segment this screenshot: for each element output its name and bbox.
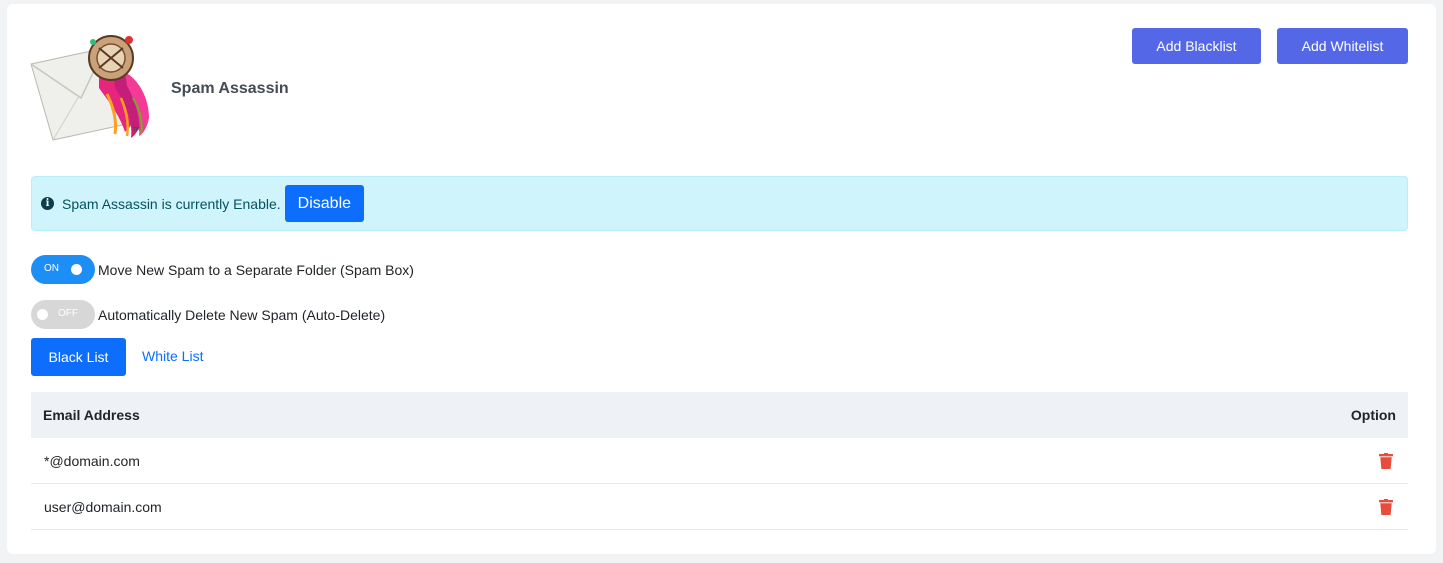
setting-label: Move New Spam to a Separate Folder (Spam… (98, 261, 414, 278)
toggle-state-label: OFF (58, 308, 78, 319)
toggle-knob (71, 264, 82, 275)
trash-icon[interactable] (1379, 498, 1393, 515)
svg-text:TM: TM (132, 127, 140, 133)
status-message: Spam Assassin is currently Enable. (62, 195, 281, 212)
table-header: Email Address Option (31, 392, 1408, 438)
info-icon: i (41, 197, 54, 210)
auto-delete-toggle[interactable]: OFF (31, 300, 95, 329)
toggle-knob (37, 309, 48, 320)
toggle-state-label: ON (44, 263, 59, 274)
table-row: user@domain.com (31, 484, 1408, 530)
list-table: Email Address Option *@domain.com user@d… (31, 392, 1408, 530)
add-whitelist-button[interactable]: Add Whitelist (1277, 28, 1408, 64)
column-header-option: Option (1350, 407, 1396, 423)
setting-row-spam-box: ON Move New Spam to a Separate Folder (S… (31, 255, 414, 284)
add-blacklist-button[interactable]: Add Blacklist (1132, 28, 1261, 64)
tab-black-list[interactable]: Black List (31, 338, 126, 376)
column-header-email: Email Address (43, 407, 140, 423)
trash-icon[interactable] (1379, 452, 1393, 469)
page-title: Spam Assassin (171, 80, 289, 97)
setting-row-auto-delete: OFF Automatically Delete New Spam (Auto-… (31, 300, 385, 329)
spam-assassin-card: TM Spam Assassin Add Blacklist Add White… (7, 4, 1436, 554)
email-cell: *@domain.com (44, 452, 140, 469)
tab-white-list[interactable]: White List (142, 348, 203, 364)
disable-button[interactable]: Disable (284, 185, 365, 222)
status-alert: i Spam Assassin is currently Enable. Dis… (31, 176, 1408, 231)
table-row: *@domain.com (31, 438, 1408, 484)
spam-box-toggle[interactable]: ON (31, 255, 95, 284)
spam-assassin-logo: TM (30, 35, 149, 141)
setting-label: Automatically Delete New Spam (Auto-Dele… (98, 306, 386, 323)
email-cell: user@domain.com (44, 498, 162, 515)
